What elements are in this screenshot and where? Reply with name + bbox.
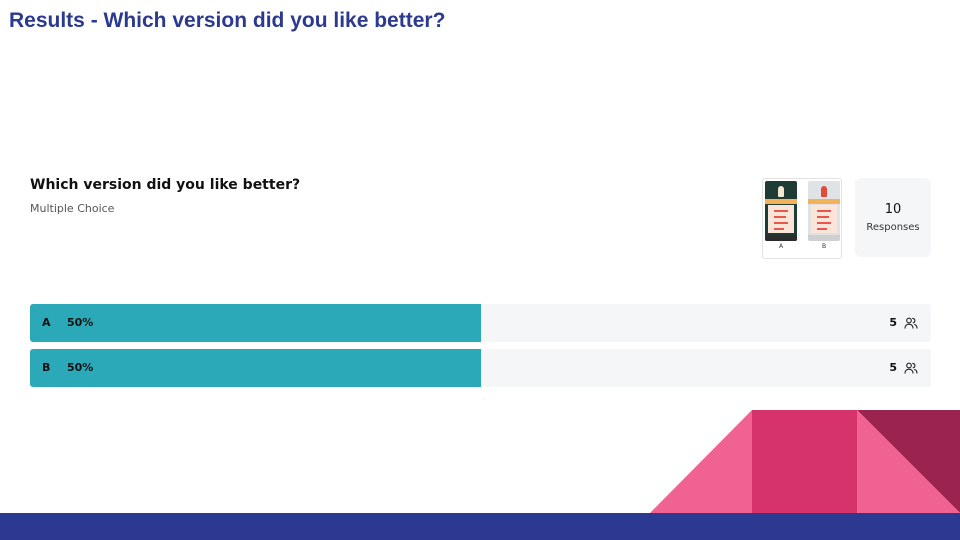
- version-thumbnails[interactable]: A B: [762, 178, 842, 259]
- page-title: Results - Which version did you like bet…: [9, 9, 446, 32]
- decorative-triangles: [650, 410, 960, 513]
- version-b-thumbnail: [808, 181, 840, 241]
- result-option-label: A: [42, 316, 51, 329]
- responses-label: Responses: [866, 222, 920, 233]
- result-row-b[interactable]: B 50% 5: [30, 349, 931, 387]
- decor-maroon-block: [857, 410, 960, 513]
- decor-pink-triangle-right: [857, 410, 960, 513]
- question-type: Multiple Choice: [30, 202, 115, 215]
- thumbnail-label-b: B: [821, 243, 827, 250]
- footer-bar: [0, 513, 960, 540]
- thumbnail-label-a: A: [778, 243, 784, 250]
- people-icon[interactable]: [904, 316, 918, 330]
- result-bar-fill: [30, 304, 481, 342]
- result-bar-fill: [30, 349, 481, 387]
- result-option-label: B: [42, 361, 51, 374]
- question-title: Which version did you like better?: [30, 177, 301, 193]
- version-a-thumbnail: [765, 181, 797, 241]
- result-count: 5: [889, 361, 897, 374]
- result-row-a[interactable]: A 50% 5: [30, 304, 931, 342]
- result-count: 5: [889, 316, 897, 329]
- result-percent: 50%: [67, 361, 94, 374]
- people-icon[interactable]: [904, 361, 918, 375]
- decor-magenta-block: [752, 410, 857, 513]
- responses-count: 10: [884, 202, 902, 217]
- result-percent: 50%: [67, 316, 94, 329]
- decor-pink-triangle-left: [650, 410, 752, 513]
- responses-card: 10 Responses: [855, 178, 931, 257]
